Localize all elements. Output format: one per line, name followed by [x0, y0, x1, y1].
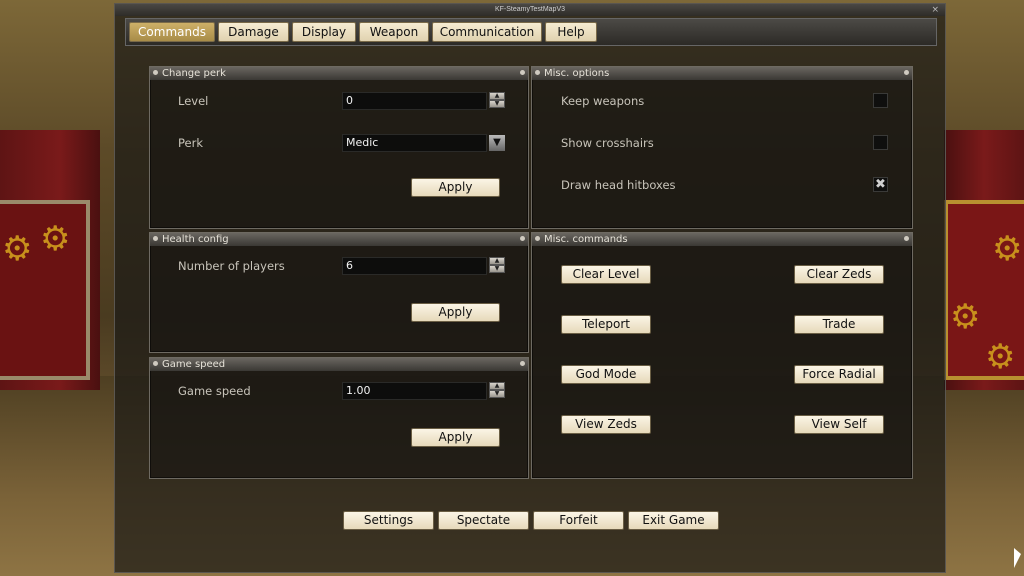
tab-display[interactable]: Display [292, 22, 356, 42]
panel-dot [520, 236, 525, 241]
health-config-apply-button[interactable]: Apply [411, 303, 500, 322]
view-self-button[interactable]: View Self [794, 415, 884, 434]
panel-dot [153, 70, 158, 75]
commands-window: KF-SteamyTestMapV3 × Commands Damage Dis… [114, 3, 946, 573]
perk-select[interactable]: Medic [342, 134, 487, 152]
tab-commands[interactable]: Commands [129, 22, 215, 42]
game-speed-input[interactable]: 1.00 [342, 382, 487, 400]
clear-zeds-button[interactable]: Clear Zeds [794, 265, 884, 284]
players-spinner[interactable]: ▲ ▼ [489, 257, 505, 273]
spin-down-icon[interactable]: ▼ [489, 265, 505, 273]
title-bar[interactable]: KF-SteamyTestMapV3 × [115, 4, 945, 16]
spin-up-icon[interactable]: ▲ [489, 382, 505, 390]
gear-icon: ⚙ [950, 297, 981, 337]
panel-dot [153, 361, 158, 366]
dropdown-arrow-icon[interactable]: ▼ [489, 135, 505, 151]
tab-help[interactable]: Help [545, 22, 597, 42]
close-icon[interactable]: × [931, 4, 939, 16]
level-label: Level [178, 94, 209, 108]
keep-weapons-label: Keep weapons [561, 94, 645, 108]
game-speed-spinner[interactable]: ▲ ▼ [489, 382, 505, 398]
spin-down-icon[interactable]: ▼ [489, 390, 505, 398]
tab-weapon[interactable]: Weapon [359, 22, 429, 42]
spectate-button[interactable]: Spectate [438, 511, 529, 530]
show-crosshairs-checkbox[interactable] [873, 135, 888, 150]
gear-icon: ⚙ [40, 219, 71, 259]
trade-button[interactable]: Trade [794, 315, 884, 334]
teleport-button[interactable]: Teleport [561, 315, 651, 334]
level-input[interactable]: 0 [342, 92, 487, 110]
panel-dot [520, 361, 525, 366]
panel-title: Misc. options [544, 68, 610, 79]
gear-icon: ⚙ [2, 229, 33, 269]
panel-header: Health config [150, 233, 528, 246]
window-title: KF-SteamyTestMapV3 [494, 6, 566, 13]
panel-title: Change perk [162, 68, 226, 79]
panel-header: Game speed [150, 358, 528, 371]
panel-title: Game speed [162, 359, 226, 370]
panel-dot [520, 70, 525, 75]
exit-game-button[interactable]: Exit Game [628, 511, 719, 530]
settings-button[interactable]: Settings [343, 511, 434, 530]
clear-level-button[interactable]: Clear Level [561, 265, 651, 284]
tab-damage[interactable]: Damage [218, 22, 289, 42]
panel-header: Misc. options [532, 67, 912, 80]
tab-bar: Commands Damage Display Weapon Communica… [125, 18, 937, 46]
perk-label: Perk [178, 136, 203, 150]
view-zeds-button[interactable]: View Zeds [561, 415, 651, 434]
misc-options-panel: Misc. options Keep weapons Show crosshai… [531, 66, 913, 229]
keep-weapons-checkbox[interactable] [873, 93, 888, 108]
game-speed-apply-button[interactable]: Apply [411, 428, 500, 447]
panel-header: Change perk [150, 67, 528, 80]
mouse-cursor-icon [1014, 548, 1021, 568]
change-perk-panel: Change perk Level 0 ▲ ▼ Perk Medic ▼ App… [149, 66, 529, 229]
panel-dot [535, 236, 540, 241]
gear-icon: ⚙ [985, 337, 1016, 377]
forfeit-button[interactable]: Forfeit [533, 511, 624, 530]
spin-up-icon[interactable]: ▲ [489, 257, 505, 265]
misc-commands-panel: Misc. commands Clear Level Clear Zeds Te… [531, 232, 913, 479]
panel-dot [153, 236, 158, 241]
game-speed-panel: Game speed Game speed 1.00 ▲ ▼ Apply [149, 357, 529, 479]
level-spinner[interactable]: ▲ ▼ [489, 92, 505, 108]
show-crosshairs-label: Show crosshairs [561, 136, 654, 150]
panel-title: Health config [162, 234, 229, 245]
gear-icon: ⚙ [992, 229, 1023, 269]
force-radial-button[interactable]: Force Radial [794, 365, 884, 384]
players-label: Number of players [178, 259, 285, 273]
draw-head-hitboxes-label: Draw head hitboxes [561, 178, 676, 192]
tab-communication[interactable]: Communication [432, 22, 542, 42]
spin-down-icon[interactable]: ▼ [489, 100, 505, 108]
panel-dot [904, 70, 909, 75]
panel-title: Misc. commands [544, 234, 628, 245]
health-config-panel: Health config Number of players 6 ▲ ▼ Ap… [149, 232, 529, 353]
panel-dot [535, 70, 540, 75]
spin-up-icon[interactable]: ▲ [489, 92, 505, 100]
panel-header: Misc. commands [532, 233, 912, 246]
panel-dot [904, 236, 909, 241]
god-mode-button[interactable]: God Mode [561, 365, 651, 384]
change-perk-apply-button[interactable]: Apply [411, 178, 500, 197]
players-input[interactable]: 6 [342, 257, 487, 275]
draw-head-hitboxes-checkbox[interactable]: ✖ [873, 177, 888, 192]
game-speed-label: Game speed [178, 384, 251, 398]
